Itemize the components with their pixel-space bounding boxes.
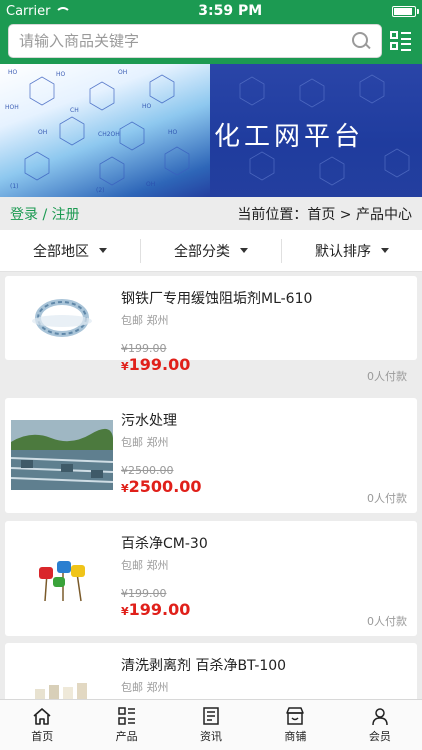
chemical-barrels-image: [11, 543, 113, 613]
svg-text:HO: HO: [56, 71, 66, 78]
tab-label: 产品: [115, 730, 138, 743]
user-icon: [372, 708, 388, 726]
caret-down-icon: [240, 248, 248, 253]
svg-text:OH: OH: [118, 69, 127, 76]
bottom-tab-bar: 首页 产品 资讯 商铺 会员: [0, 699, 422, 750]
product-price: ¥199.00: [121, 600, 190, 619]
tab-shop[interactable]: 商铺: [253, 700, 337, 750]
shop-icon: [286, 707, 305, 725]
breadcrumb: 当前位置：首页 > 产品中心: [237, 206, 412, 223]
svg-text:(1): (1): [10, 183, 19, 190]
caret-down-icon: [99, 248, 107, 253]
news-icon: [203, 707, 219, 725]
filter-region-dropdown[interactable]: 全部地区: [0, 239, 140, 263]
caret-down-icon: [381, 248, 389, 253]
status-left: Carrier: [6, 3, 72, 19]
currency-symbol: ¥: [121, 482, 129, 495]
product-title[interactable]: 钢铁厂专用缓蚀阻垢剂ML-610: [121, 288, 312, 308]
home-icon: [33, 708, 51, 725]
tab-label: 资讯: [200, 730, 223, 743]
currency-symbol: ¥: [121, 360, 129, 373]
grid-list-icon: [117, 707, 135, 725]
price-value: 199.00: [128, 355, 191, 374]
breadcrumb-bar: 登录 / 注册 当前位置：首页 > 产品中心: [0, 197, 422, 230]
tab-label: 首页: [31, 730, 54, 743]
product-original-price: ¥199.00: [121, 587, 167, 600]
price-value: 199.00: [128, 600, 191, 619]
svg-text:HOH: HOH: [5, 104, 19, 111]
filter-sort-dropdown[interactable]: 默认排序: [281, 238, 422, 263]
filter-label: 全部分类: [174, 243, 230, 260]
tab-products[interactable]: 产品: [84, 700, 168, 750]
product-original-price: ¥2500.00: [121, 464, 174, 477]
svg-text:HO: HO: [168, 129, 178, 136]
product-price: ¥199.00: [121, 355, 190, 374]
product-sold-count: 0人付款: [367, 615, 407, 628]
status-time: 3:59 PM: [198, 3, 263, 19]
tab-label: 商铺: [284, 730, 307, 743]
tab-label: 会员: [368, 730, 391, 743]
category-menu-icon[interactable]: [390, 30, 412, 52]
search-box[interactable]: [8, 24, 382, 58]
currency-symbol: ¥: [121, 605, 129, 618]
wifi-icon: [54, 6, 72, 16]
battery-icon: [391, 5, 419, 17]
product-title[interactable]: 清洗剥离剂 百杀净BT-100: [121, 655, 286, 675]
product-location: 包邮 郑州: [121, 681, 169, 694]
search-row: [0, 22, 422, 58]
filter-category-dropdown[interactable]: 全部分类: [140, 238, 281, 263]
svg-text:HO: HO: [142, 103, 152, 110]
product-card[interactable]: 钢铁厂专用缓蚀阻垢剂ML-610 包邮 郑州 ¥199.00 ¥199.00 0…: [5, 276, 417, 383]
status-bar: Carrier 3:59 PM: [0, 0, 422, 22]
svg-text:OH: OH: [146, 181, 155, 188]
svg-text:OH: OH: [38, 129, 47, 136]
banner[interactable]: HO HO OH HOH CH HO OH CH2OH HO (1) (2) OH 化工网平台: [0, 64, 422, 197]
app-header: Carrier 3:59 PM: [0, 0, 422, 64]
product-location: 包邮 郑州: [121, 436, 169, 449]
banner-title: 化工网平台: [214, 122, 365, 152]
product-title[interactable]: 污水处理: [121, 410, 177, 430]
filter-label: 默认排序: [315, 243, 371, 260]
svg-text:CH: CH: [70, 107, 79, 114]
tab-home[interactable]: 首页: [0, 700, 84, 750]
product-sold-count: 0人付款: [367, 492, 407, 505]
svg-text:(2): (2): [96, 187, 105, 194]
search-icon[interactable]: [351, 31, 371, 51]
product-price: ¥2500.00: [121, 477, 202, 496]
product-title[interactable]: 百杀净CM-30: [121, 533, 208, 553]
svg-text:CH2OH: CH2OH: [98, 131, 120, 138]
product-location: 包邮 郑州: [121, 314, 169, 327]
product-card[interactable]: 百杀净CM-30 包邮 郑州 ¥199.00 ¥199.00 0人付款: [5, 521, 417, 636]
login-register-link[interactable]: 登录 / 注册: [10, 204, 80, 224]
filter-bar: 全部地区 全部分类 默认排序: [0, 230, 422, 272]
svg-text:HO: HO: [8, 69, 18, 76]
tab-news[interactable]: 资讯: [169, 700, 253, 750]
product-original-price: ¥199.00: [121, 342, 167, 355]
tab-member[interactable]: 会员: [338, 700, 422, 750]
carrier-label: Carrier: [6, 3, 51, 19]
product-location: 包邮 郑州: [121, 559, 169, 572]
search-input[interactable]: [19, 32, 351, 50]
wastewater-plant-image: [11, 420, 113, 490]
filter-label: 全部地区: [33, 243, 89, 260]
product-card[interactable]: 污水处理 包邮 郑州 ¥2500.00 ¥2500.00 0人付款: [5, 398, 417, 513]
water-ring-image: [11, 286, 113, 350]
price-value: 2500.00: [128, 477, 202, 496]
product-sold-count: 0人付款: [367, 370, 407, 383]
